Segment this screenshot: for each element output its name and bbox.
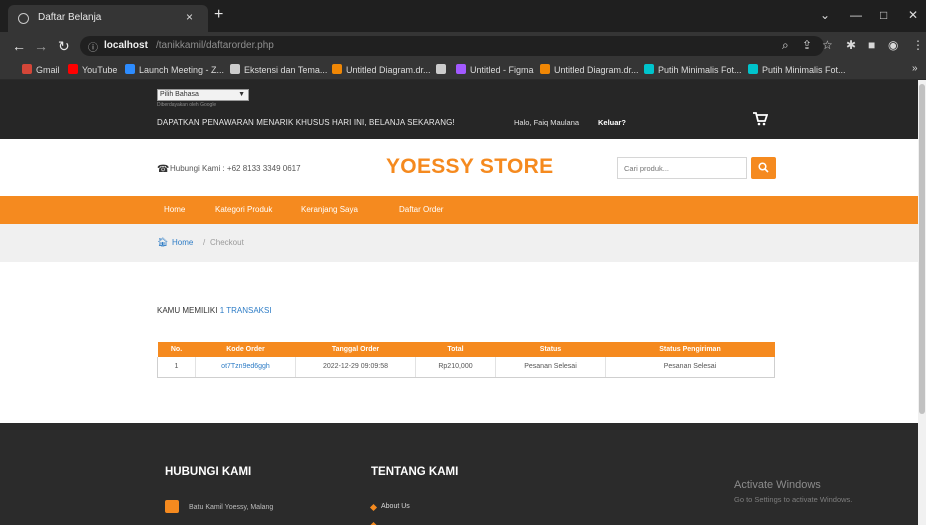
footer-address: Batu Kamil Yoessy, Malang <box>189 504 274 511</box>
footer-contact-title: HUBUNGI KAMI <box>165 466 252 478</box>
transaction-summary: KAMU MEMILIKI 1 TRANSAKSI <box>157 306 272 315</box>
breadcrumb-current: Checkout <box>210 238 244 247</box>
col-kode-order: Kode Order <box>195 342 296 357</box>
globe-icon <box>18 13 29 24</box>
bookmark-extensions[interactable]: Ekstensi dan Tema... <box>230 64 327 78</box>
forward-arrow-icon[interactable]: → <box>34 38 48 54</box>
phone-icon: ☎ <box>157 164 170 175</box>
reload-icon[interactable]: ↻ <box>58 38 70 55</box>
breadcrumb-home[interactable]: Home <box>172 238 193 247</box>
minimize-button[interactable]: — <box>850 8 862 22</box>
bookmark-star-icon[interactable]: ☆ <box>822 38 833 52</box>
order-code-link[interactable]: ot7Tzn9ed6ggh <box>195 357 296 378</box>
nav-daftar-order[interactable]: Daftar Order <box>399 205 443 214</box>
cell-no: 1 <box>157 357 196 378</box>
col-status: Status <box>495 342 606 357</box>
bookmark-canva-1[interactable]: Putih Minimalis Fot... <box>644 64 742 78</box>
browser-tab-bar: Daftar Belanja × + ⌄ — □ ✕ <box>0 0 926 32</box>
search-input[interactable] <box>617 157 747 179</box>
bookmark-figma[interactable]: Untitled - Figma <box>456 64 534 78</box>
scrollbar-thumb[interactable] <box>919 84 925 414</box>
drawio-icon <box>332 64 342 74</box>
col-status-pengiriman: Status Pengiriman <box>605 342 775 357</box>
bookmark-blank[interactable] <box>436 64 450 78</box>
main-nav: Home Kategori Produk Keranjang Saya Daft… <box>0 196 926 224</box>
bookmark-diagram-2[interactable]: Untitled Diagram.dr... <box>540 64 639 78</box>
profile-avatar-icon[interactable]: ◉ <box>888 38 898 52</box>
cell-total: Rp210,000 <box>415 357 496 378</box>
footer-about-link[interactable]: About Us <box>381 503 410 510</box>
location-icon <box>165 500 179 513</box>
zoom-icon[interactable]: ⌕ <box>782 38 789 53</box>
store-logo[interactable]: YOESSY STORE <box>386 155 553 179</box>
powered-by-google: Diberdayakan oleh Google <box>157 102 217 108</box>
search-button[interactable] <box>751 157 776 179</box>
cart-icon[interactable] <box>752 112 768 126</box>
orders-table: No. Kode Order Tanggal Order Total Statu… <box>157 342 775 378</box>
url-host: localhost <box>104 40 148 51</box>
nav-keranjang-saya[interactable]: Keranjang Saya <box>301 205 358 214</box>
share-icon[interactable]: ⇪ <box>802 38 812 52</box>
contact-phone: Hubungi Kami : +62 8133 3349 0617 <box>170 164 301 173</box>
diamond-bullet-icon <box>369 503 378 512</box>
url-path: /tanikkamil/daftarorder.php <box>156 40 274 51</box>
cell-status: Pesanan Selesai <box>495 357 606 378</box>
logout-link[interactable]: Keluar? <box>598 118 626 127</box>
bookmark-gmail[interactable]: Gmail <box>22 64 60 78</box>
extensions-store-icon <box>230 64 240 74</box>
site-topbar: Pilih Bahasa ▼ Diberdayakan oleh Google … <box>0 80 926 139</box>
zoom-app-icon <box>125 64 135 74</box>
nav-home[interactable]: Home <box>164 205 185 214</box>
user-greeting: Halo, Faiq Maulana <box>514 118 580 127</box>
back-arrow-icon[interactable]: ← <box>12 38 26 54</box>
tab-search-icon[interactable]: ⌄ <box>820 8 830 22</box>
canva-icon <box>748 64 758 74</box>
breadcrumb: 🏠︎ Home / Checkout <box>0 224 926 262</box>
gmail-icon <box>22 64 32 74</box>
page-scrollbar[interactable] <box>918 80 926 525</box>
col-tanggal-order: Tanggal Order <box>295 342 416 357</box>
youtube-icon <box>68 64 78 74</box>
browser-tab[interactable]: Daftar Belanja × <box>8 5 208 32</box>
home-icon: 🏠︎ <box>157 237 169 247</box>
close-window-button[interactable]: ✕ <box>908 8 918 22</box>
cell-date: 2022-12-29 09:09:58 <box>295 357 416 378</box>
address-bar[interactable]: ⓘ localhost /tanikkamil/daftarorder.php <box>80 36 824 56</box>
site-header: ☎ Hubungi Kami : +62 8133 3349 0617 YOES… <box>0 139 926 196</box>
site-footer: HUBUNGI KAMI TENTANG KAMI Batu Kamil Yoe… <box>0 423 926 525</box>
maximize-button[interactable]: □ <box>880 8 887 22</box>
close-tab-icon[interactable]: × <box>186 10 193 24</box>
nav-kategori-produk[interactable]: Kategori Produk <box>215 205 272 214</box>
transaction-count: 1 TRANSAKSI <box>219 306 272 315</box>
tab-title: Daftar Belanja <box>38 12 102 23</box>
info-icon[interactable]: ⓘ <box>88 39 98 54</box>
bookmarks-overflow-icon[interactable]: » <box>912 63 918 74</box>
search-icon <box>758 162 769 173</box>
footer-about-title: TENTANG KAMI <box>371 466 459 478</box>
col-total: Total <box>415 342 496 357</box>
new-tab-button[interactable]: + <box>214 7 223 23</box>
globe-icon <box>436 64 446 74</box>
breadcrumb-separator: / <box>203 238 206 247</box>
bookmark-canva-2[interactable]: Putih Minimalis Fot... <box>748 64 846 78</box>
browser-menu-icon[interactable]: ⋮ <box>912 38 924 52</box>
cell-shipping-status: Pesanan Selesai <box>605 357 775 378</box>
activate-windows-hint: Go to Settings to activate Windows. <box>734 495 853 504</box>
extensions-icon[interactable]: ✱ <box>846 38 856 52</box>
language-select[interactable]: Pilih Bahasa ▼ <box>157 89 249 101</box>
canva-icon <box>644 64 654 74</box>
bookmarks-bar: Gmail YouTube Launch Meeting - Z... Ekst… <box>0 60 926 80</box>
bookmark-diagram-1[interactable]: Untitled Diagram.dr... <box>332 64 431 78</box>
col-no: No. <box>157 342 196 357</box>
sidepanel-icon[interactable]: ■ <box>868 38 875 52</box>
drawio-icon <box>540 64 550 74</box>
table-row: 1 ot7Tzn9ed6ggh 2022-12-29 09:09:58 Rp21… <box>157 357 775 378</box>
chevron-down-icon: ▼ <box>238 91 245 98</box>
bookmark-youtube[interactable]: YouTube <box>68 64 117 78</box>
activate-windows-title: Activate Windows <box>734 479 821 491</box>
promo-text: DAPATKAN PENAWARAN MENARIK KHUSUS HARI I… <box>157 118 455 127</box>
figma-icon <box>456 64 466 74</box>
bookmark-zoom[interactable]: Launch Meeting - Z... <box>125 64 224 78</box>
